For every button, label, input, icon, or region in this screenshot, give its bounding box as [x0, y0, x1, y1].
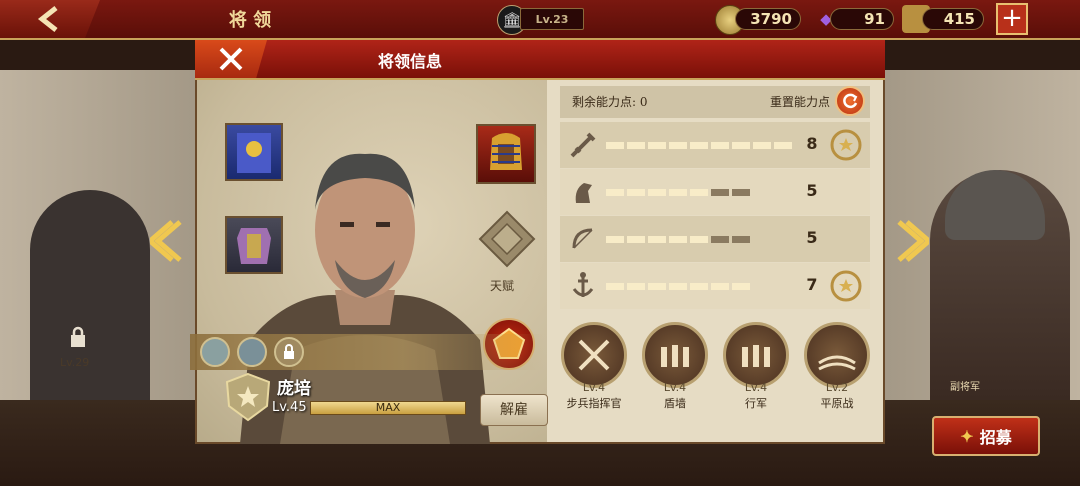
skill-level: Lv.4 — [663, 381, 687, 394]
general-name: 庞培 — [277, 379, 311, 399]
stat-bar-segment — [711, 142, 729, 149]
reset-points-button[interactable] — [835, 86, 865, 116]
refresh-icon — [843, 93, 858, 109]
stat-bar-segment — [711, 283, 729, 290]
skill-name: 平原战 — [820, 397, 854, 410]
prev-general-arrow-icon[interactable] — [150, 218, 186, 264]
stat-bar-segment — [627, 283, 645, 290]
xp-bar: MAX — [310, 401, 466, 415]
stat-bar-segment — [732, 236, 750, 243]
stat-bar-segment — [732, 283, 750, 290]
laurel-icon — [830, 129, 862, 161]
stat-value: 8 — [806, 134, 818, 153]
dismiss-button[interactable]: 解雇 — [480, 394, 548, 426]
next-general-arrow-icon[interactable] — [893, 218, 929, 264]
lock-badge-icon[interactable] — [274, 337, 304, 367]
recruit-icon: ✦ — [960, 426, 974, 446]
lock-icon — [68, 326, 88, 352]
remaining-points-label: 剩余能力点: 0 — [572, 95, 648, 109]
hall-level: Lv.23 — [520, 8, 584, 30]
stat-bar-segment — [669, 189, 687, 196]
add-resource-button[interactable]: + — [996, 3, 1028, 35]
tower-badge-icon[interactable] — [200, 337, 230, 367]
dialog-title: 将领信息 — [377, 52, 442, 71]
general-level: Lv.45 — [272, 400, 307, 415]
stat-progress-bar — [606, 189, 750, 196]
stat-bar-segment — [690, 189, 708, 196]
stat-value: 5 — [806, 228, 818, 247]
recruit-button[interactable]: ✦ 招募 — [932, 416, 1040, 456]
horse-icon — [575, 183, 592, 203]
march-icon — [742, 345, 770, 367]
stat-progress-bar — [606, 236, 750, 243]
skill-button[interactable] — [804, 322, 870, 388]
stat-bar-segment — [732, 142, 750, 149]
coins-value: 3790 — [735, 8, 801, 30]
stat-bar-segment — [606, 142, 624, 149]
left-general-level: Lv.29 — [60, 356, 90, 369]
rank-badge-icon — [225, 372, 271, 422]
page-title: 将 领 — [228, 10, 272, 31]
stat-bar-segment — [690, 236, 708, 243]
stat-bar-segment — [753, 142, 771, 149]
stat-bar-segment — [606, 236, 624, 243]
stat-bar-segment — [648, 236, 666, 243]
talent-icon[interactable] — [478, 210, 536, 268]
recruit-label: 招募 — [979, 428, 1012, 447]
skill-button[interactable] — [723, 322, 789, 388]
close-button[interactable] — [195, 40, 267, 78]
stat-bar-segment — [711, 236, 729, 243]
stat-bar-segment — [669, 283, 687, 290]
crossed-swords-icon — [578, 339, 610, 371]
stat-bar-segment — [669, 142, 687, 149]
stat-bar-segment — [690, 142, 708, 149]
laurel-icon — [830, 270, 862, 302]
stat-bar-segment — [606, 189, 624, 196]
skill-level: Lv.4 — [582, 381, 606, 394]
stat-bar-segment — [690, 283, 708, 290]
shield-badge-icon[interactable] — [237, 337, 267, 367]
stat-bar-segment — [711, 189, 729, 196]
bow-icon — [572, 228, 593, 249]
skill-button[interactable] — [642, 322, 708, 388]
stat-bar-segment — [627, 236, 645, 243]
reset-points-label: 重置能力点 — [770, 95, 831, 109]
stat-bar-segment — [627, 189, 645, 196]
stat-progress-bar — [606, 142, 792, 149]
stat-bar-segment — [648, 189, 666, 196]
stat-bar-segment — [648, 283, 666, 290]
skill-level: Lv.4 — [744, 381, 768, 394]
skill-name: 步兵指挥官 — [566, 397, 622, 410]
locked-general-silhouette — [30, 190, 150, 400]
skill-name: 行军 — [745, 397, 767, 410]
stat-bar-segment — [669, 236, 687, 243]
back-button[interactable] — [0, 0, 100, 38]
skill-name: 盾墙 — [664, 397, 686, 410]
close-icon — [219, 47, 243, 71]
stat-bar-segment — [732, 189, 750, 196]
stat-value: 7 — [806, 275, 818, 294]
dialog-header — [195, 40, 885, 80]
stat-bar-segment — [627, 142, 645, 149]
back-arrow-icon — [37, 6, 58, 32]
stat-progress-bar — [606, 283, 750, 290]
right-general-label: 副将军 — [950, 382, 980, 393]
talent-label: 天赋 — [490, 279, 515, 293]
food-value: 415 — [922, 8, 984, 30]
plains-icon — [818, 355, 856, 371]
stat-value: 5 — [806, 181, 818, 200]
stat-bar-segment — [648, 142, 666, 149]
skill-button[interactable] — [561, 322, 627, 388]
stat-bar-segment — [606, 283, 624, 290]
anchor-icon — [572, 272, 594, 297]
gems-value: 91 — [830, 8, 894, 30]
sword-icon — [570, 132, 596, 158]
shield-wall-icon — [661, 345, 689, 367]
stat-bar-segment — [774, 142, 792, 149]
skill-level: Lv.2 — [825, 381, 849, 394]
